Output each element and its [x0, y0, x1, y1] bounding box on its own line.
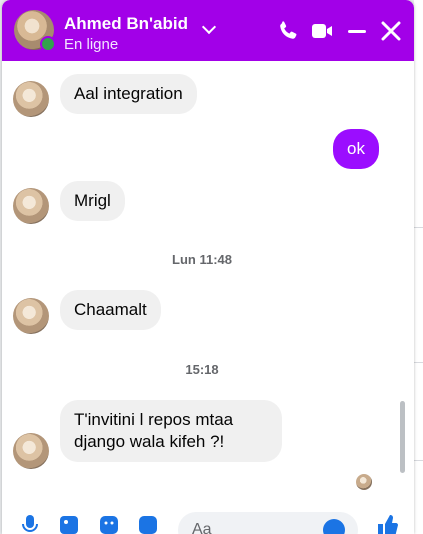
- contact-status: En ligne: [64, 36, 119, 53]
- message-incoming[interactable]: Aal integration: [60, 74, 197, 114]
- message-input-placeholder: Aa: [192, 521, 212, 534]
- message-incoming[interactable]: Chaamalt: [60, 290, 161, 330]
- close-icon[interactable]: [379, 19, 403, 43]
- message-list[interactable]: Aal integration ok Mrigl Lun 11:48 Chaam…: [2, 61, 414, 534]
- chevron-down-icon[interactable]: [201, 19, 217, 35]
- sender-avatar[interactable]: [13, 188, 49, 224]
- chat-header[interactable]: Ahmed Bn'abid En ligne: [2, 0, 414, 61]
- online-status-icon: [40, 36, 56, 52]
- video-icon[interactable]: [310, 19, 334, 43]
- sender-avatar[interactable]: [13, 298, 49, 334]
- background-divider: [414, 227, 423, 228]
- mic-icon[interactable]: [18, 513, 42, 534]
- contact-name[interactable]: Ahmed Bn'abid: [64, 14, 188, 34]
- message-incoming[interactable]: Mrigl: [60, 181, 125, 221]
- scrollbar-thumb[interactable]: [400, 401, 405, 473]
- emoji-icon[interactable]: [323, 519, 345, 534]
- message-outgoing[interactable]: ok: [333, 129, 379, 169]
- sticker-icon[interactable]: [97, 513, 121, 534]
- message-timestamp: Lun 11:48: [172, 252, 232, 267]
- phone-icon[interactable]: [276, 19, 300, 43]
- sender-avatar[interactable]: [13, 81, 49, 117]
- background-divider: [414, 460, 423, 461]
- seen-avatar: [356, 474, 372, 490]
- sender-avatar[interactable]: [13, 433, 49, 469]
- message-incoming[interactable]: T'invitini l repos mtaa django wala kife…: [60, 400, 282, 462]
- chat-window: Ahmed Bn'abid En ligne Aal integration o…: [2, 0, 414, 534]
- minimize-icon[interactable]: [345, 19, 369, 43]
- message-input[interactable]: Aa: [178, 512, 358, 534]
- like-icon[interactable]: [374, 513, 398, 534]
- gif-icon[interactable]: [136, 513, 160, 534]
- composer-bar: Aa: [2, 505, 414, 534]
- background-page: [414, 0, 423, 534]
- message-timestamp: 15:18: [185, 362, 219, 377]
- image-icon[interactable]: [57, 513, 81, 534]
- background-divider: [414, 362, 423, 363]
